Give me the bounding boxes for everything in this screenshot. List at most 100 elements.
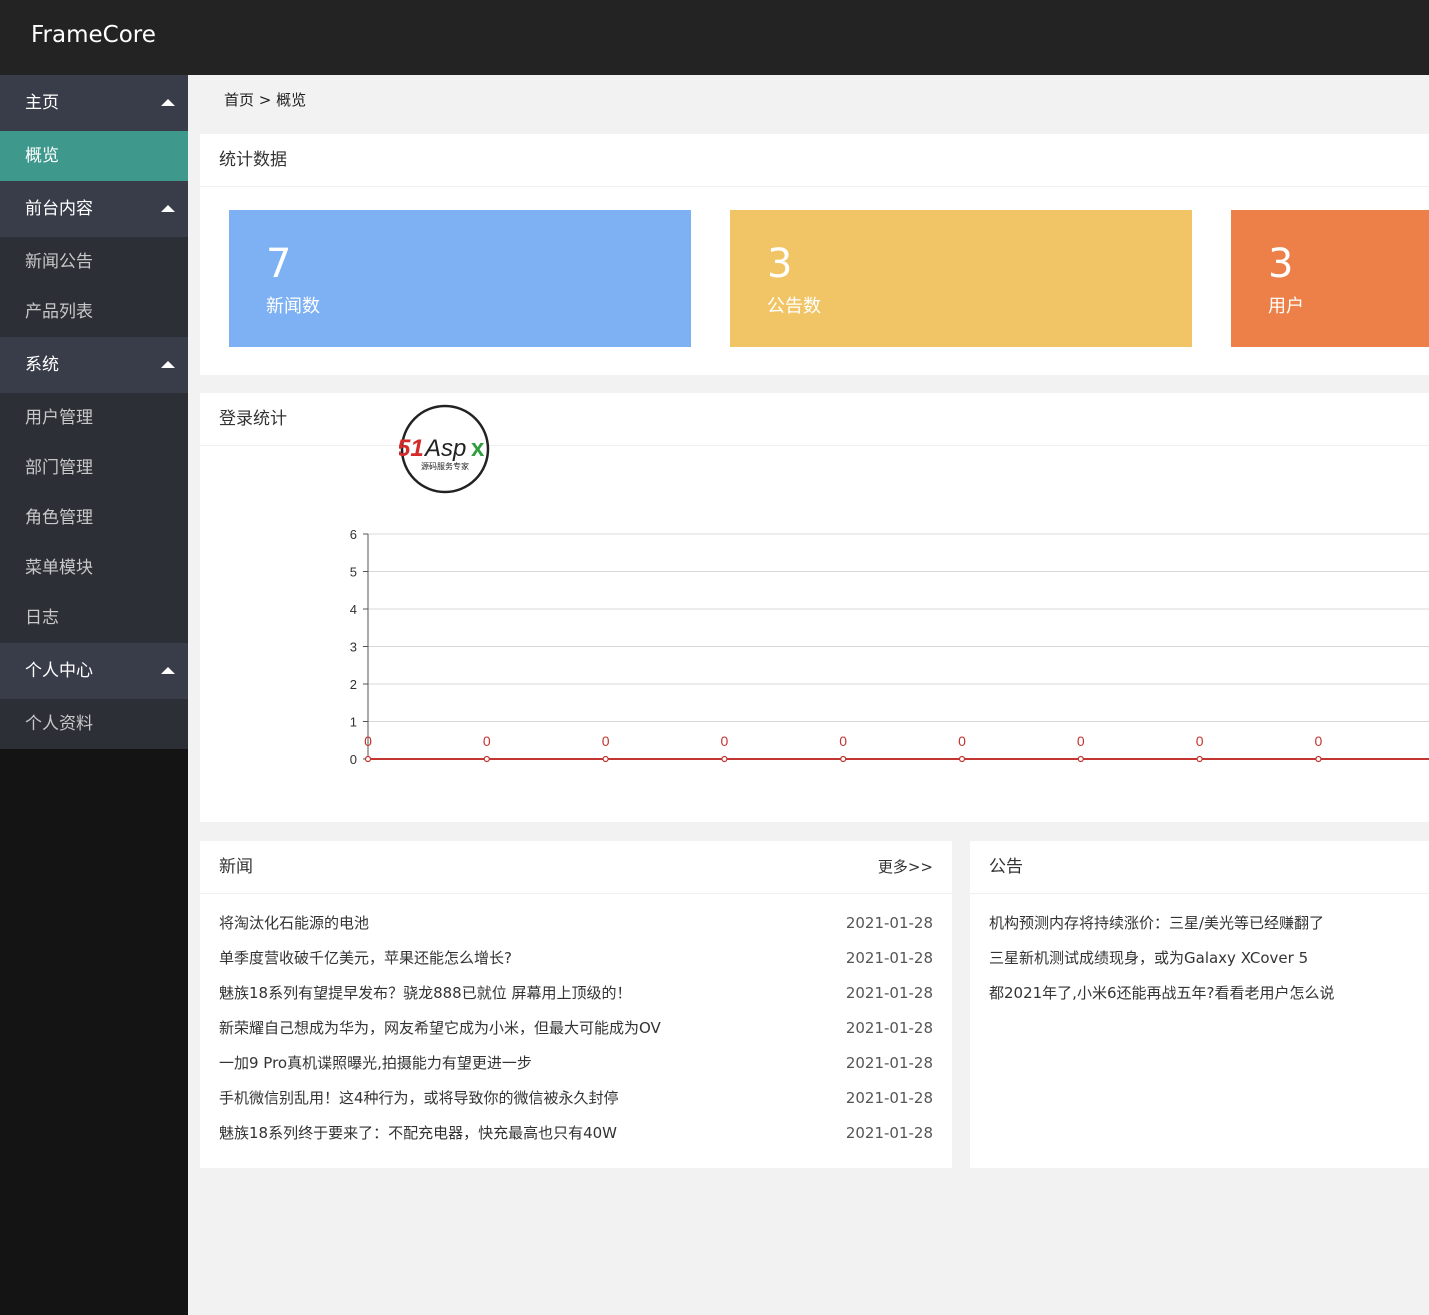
news-more-link[interactable]: 更多>> (878, 841, 933, 893)
news-item-title: 魅族18系列终于要来了：不配充电器，快充最高也只有40W (219, 1124, 618, 1142)
nav-group-system[interactable]: 系统 (0, 337, 188, 393)
news-item-date: 2021-01-28 (845, 914, 933, 932)
stat-box-notices[interactable]: 3 公告数 (730, 210, 1192, 347)
news-item-title: 手机微信别乱用！这4种行为，或将导致你的微信被永久封停 (219, 1089, 619, 1107)
login-chart: 01234560 0 0 0 0 0 0 0 0 (350, 527, 1429, 767)
news-list: 将淘汰化石能源的电池 2021-01-28 单季度营收破千亿美元，苹果还能怎么增长?… (219, 913, 933, 1158)
caret-up-icon (161, 667, 175, 674)
news-card-header: 新闻 更多>> (200, 841, 952, 894)
sidebar-item-logs[interactable]: 日志 (0, 593, 188, 643)
news-item-title: 单季度营收破千亿美元，苹果还能怎么增长? (219, 949, 512, 967)
data-label: 0 (958, 733, 966, 749)
news-list-item[interactable]: 一加9 Pro真机谍照曝光,拍摄能力有望更进一步 2021-01-28 (219, 1053, 933, 1088)
notice-list-item[interactable]: 三星新机测试成绩现身，或为Galaxy XCover 5 (989, 948, 1429, 983)
news-list-item[interactable]: 魅族18系列有望提早发布？骁龙888已就位 屏幕用上顶级的！ 2021-01-28 (219, 983, 933, 1018)
data-point (840, 755, 847, 763)
data-label: 0 (721, 733, 729, 749)
nav-sub-frontend: 新闻公告 产品列表 (0, 237, 188, 337)
sidebar-item-news-notices[interactable]: 新闻公告 (0, 237, 188, 287)
data-point (602, 755, 609, 763)
y-tick-label: 0 (350, 752, 357, 767)
data-label: 0 (483, 733, 491, 749)
logo-text-green: x (471, 435, 485, 462)
data-point (958, 755, 966, 763)
data-point (483, 755, 490, 763)
logo-subtext: 源码服务专家 (421, 461, 469, 471)
notices-card: 公告 机构预测内存将持续涨价：三星/美光等已经赚翻了 三星新机测试成绩现身，或为G… (970, 841, 1429, 1168)
nav-sub-personal: 个人资料 (0, 699, 188, 749)
data-label: 0 (1077, 733, 1085, 749)
news-item-date: 2021-01-28 (845, 984, 933, 1002)
logo-text-red: 51 (399, 435, 424, 462)
sidebar-item-overview[interactable]: 概览 (0, 131, 188, 181)
sidebar: 主页 概览 前台内容 新闻公告 产品列表 系统 用户管理 部门管理 角色管理 菜… (0, 75, 188, 1315)
nav-group-frontend[interactable]: 前台内容 (0, 181, 188, 237)
y-tick-label: 2 (350, 677, 357, 692)
nav-group-personal[interactable]: 个人中心 (0, 643, 188, 699)
stat-label: 用户 (1268, 296, 1304, 317)
stat-value: 3 (767, 241, 793, 287)
caret-up-icon (161, 361, 175, 368)
data-point (1077, 755, 1084, 763)
stat-label: 公告数 (767, 296, 821, 317)
sidebar-item-users[interactable]: 用户管理 (0, 393, 188, 443)
sidebar-item-roles[interactable]: 角色管理 (0, 493, 188, 543)
news-list-item[interactable]: 新荣耀自己想成为华为，网友希望它成为小米，但最大可能成为OV 2021-01-28 (219, 1018, 933, 1053)
nav-group-label: 个人中心 (25, 661, 93, 681)
y-tick-label: 6 (350, 527, 357, 542)
news-item-title: 新荣耀自己想成为华为，网友希望它成为小米，但最大可能成为OV (219, 1019, 661, 1037)
data-label: 0 (364, 733, 372, 749)
notice-list-item[interactable]: 机构预测内存将持续涨价：三星/美光等已经赚翻了 (989, 913, 1429, 948)
stats-card: 统计数据 7 新闻数 3 公告数 3 用户 (200, 134, 1429, 375)
notice-item-title: 都2021年了,小米6还能再战五年?看看老用户怎么说 (989, 984, 1335, 1002)
sidebar-item-departments[interactable]: 部门管理 (0, 443, 188, 493)
notice-list-item[interactable]: 都2021年了,小米6还能再战五年?看看老用户怎么说 (989, 983, 1429, 1018)
news-list-item[interactable]: 手机微信别乱用！这4种行为，或将导致你的微信被永久封停 2021-01-28 (219, 1088, 933, 1123)
stat-box-users[interactable]: 3 用户 (1231, 210, 1429, 347)
main-content: 首页 > 概览 统计数据 7 新闻数 3 公告数 3 用户 登录统计 51 As… (188, 75, 1429, 1315)
y-tick-label: 1 (350, 715, 357, 730)
top-bar: FrameCore (0, 0, 1429, 75)
y-tick-label: 4 (350, 602, 357, 617)
nav-sub-home: 概览 (0, 131, 188, 181)
login-stats-card: 登录统计 51 Asp x 源码服务专家 0123456000000000 (200, 393, 1429, 822)
nav-group-home[interactable]: 主页 (0, 75, 188, 131)
news-list-item[interactable]: 将淘汰化石能源的电池 2021-01-28 (219, 913, 933, 948)
sidebar-item-profile[interactable]: 个人资料 (0, 699, 188, 749)
nav-sub-system: 用户管理 部门管理 角色管理 菜单模块 日志 (0, 393, 188, 643)
login-stats-title: 登录统计 (200, 393, 1429, 446)
news-item-date: 2021-01-28 (845, 1019, 933, 1037)
data-label: 0 (602, 733, 610, 749)
notices-list: 机构预测内存将持续涨价：三星/美光等已经赚翻了 三星新机测试成绩现身，或为Gala… (989, 913, 1429, 1018)
sidebar-item-products[interactable]: 产品列表 (0, 287, 188, 337)
stat-label: 新闻数 (266, 296, 320, 317)
nav-group-label: 主页 (25, 93, 59, 113)
data-label: 0 (1196, 733, 1204, 749)
nav-group-label: 前台内容 (25, 199, 93, 219)
data-point (721, 755, 728, 763)
stats-card-title: 统计数据 (200, 134, 1429, 187)
y-tick-label: 5 (350, 565, 357, 580)
news-list-item[interactable]: 魅族18系列终于要来了：不配充电器，快充最高也只有40W 2021-01-28 (219, 1123, 933, 1158)
logo-text-dark: Asp (423, 435, 466, 462)
brand-title[interactable]: FrameCore (31, 22, 156, 48)
news-list-item[interactable]: 单季度营收破千亿美元，苹果还能怎么增长? 2021-01-28 (219, 948, 933, 983)
sidebar-item-menus[interactable]: 菜单模块 (0, 543, 188, 593)
stat-value: 3 (1268, 241, 1294, 287)
data-label: 0 (1315, 733, 1323, 749)
news-card-title: 新闻 (219, 857, 253, 877)
y-tick-label: 3 (350, 640, 357, 655)
stat-value: 7 (266, 241, 292, 287)
stat-box-news[interactable]: 7 新闻数 (229, 210, 691, 347)
nav-group-label: 系统 (25, 355, 59, 375)
data-label: 0 (839, 733, 847, 749)
logo-badge: 51 Asp x 源码服务专家 (399, 404, 490, 494)
news-card: 新闻 更多>> 将淘汰化石能源的电池 2021-01-28 单季度营收破千亿美元，苹… (200, 841, 952, 1168)
data-point (1196, 755, 1203, 763)
notice-item-title: 三星新机测试成绩现身，或为Galaxy XCover 5 (989, 949, 1309, 967)
news-item-date: 2021-01-28 (845, 949, 933, 967)
news-item-date: 2021-01-28 (845, 1054, 933, 1072)
news-item-title: 将淘汰化石能源的电池 (219, 914, 370, 932)
notices-card-title: 公告 (970, 841, 1429, 894)
news-item-title: 魅族18系列有望提早发布？骁龙888已就位 屏幕用上顶级的！ (219, 984, 632, 1002)
